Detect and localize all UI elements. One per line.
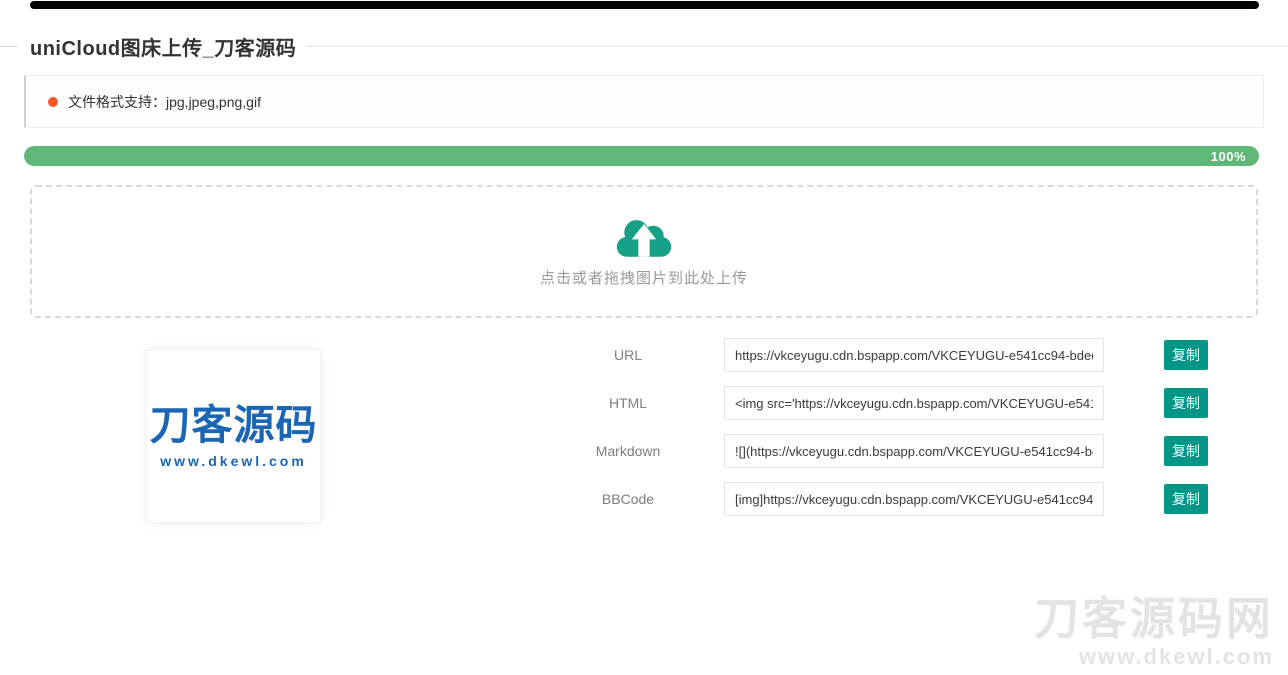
bbcode-input[interactable] [724, 482, 1104, 516]
markdown-label: Markdown [560, 443, 696, 459]
title-divider-right [306, 46, 1288, 47]
progress-percent-label: 100% [1211, 149, 1246, 164]
format-notice-text: 文件格式支持：jpg,jpeg,png,gif [68, 92, 261, 112]
url-label: URL [560, 347, 696, 363]
title-divider-left [0, 46, 18, 47]
page-header: uniCloud图床上传_刀客源码 [0, 33, 1288, 59]
preview-logo-text: 刀客源码 [150, 404, 318, 447]
progress-bar: 100% [24, 146, 1259, 166]
bbcode-label: BBCode [560, 491, 696, 507]
upload-progress: 100% [24, 146, 1259, 166]
site-watermark: 刀客源码网 www.dkewl.com [1034, 596, 1274, 670]
orange-dot-icon [48, 97, 58, 107]
html-label: HTML [560, 395, 696, 411]
bbcode-row: BBCode 复制 [560, 475, 1208, 523]
url-row: URL 复制 [560, 331, 1208, 379]
url-copy-button[interactable]: 复制 [1164, 340, 1208, 370]
watermark-title: 刀客源码网 [1034, 596, 1274, 641]
watermark-url: www.dkewl.com [1034, 644, 1274, 670]
format-notice: 文件格式支持：jpg,jpeg,png,gif [24, 75, 1264, 128]
upload-hint-text: 点击或者拖拽图片到此处上传 [540, 267, 748, 288]
url-input[interactable] [724, 338, 1104, 372]
link-format-list: URL 复制 HTML 复制 Markdown 复制 BBCode 复制 [560, 331, 1208, 523]
markdown-input[interactable] [724, 434, 1104, 468]
bbcode-copy-button[interactable]: 复制 [1164, 484, 1208, 514]
html-copy-button[interactable]: 复制 [1164, 388, 1208, 418]
markdown-row: Markdown 复制 [560, 427, 1208, 475]
html-input[interactable] [724, 386, 1104, 420]
html-row: HTML 复制 [560, 379, 1208, 427]
upload-dropzone[interactable]: 点击或者拖拽图片到此处上传 [30, 185, 1258, 318]
page-title: uniCloud图床上传_刀客源码 [30, 32, 296, 61]
top-bar [30, 1, 1259, 9]
preview-logo-url-text: www.dkewl.com [160, 453, 307, 469]
markdown-copy-button[interactable]: 复制 [1164, 436, 1208, 466]
cloud-upload-icon [614, 215, 674, 259]
uploaded-image-preview: 刀客源码 www.dkewl.com [146, 350, 321, 523]
